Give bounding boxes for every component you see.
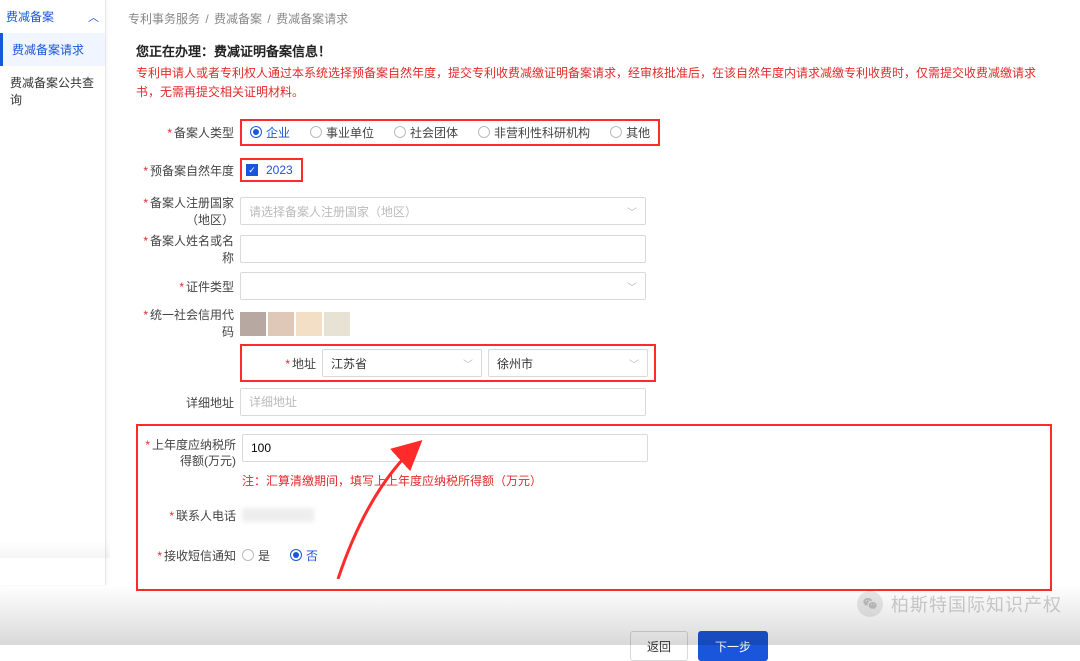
watermark-text: 柏斯特国际知识产权 — [891, 591, 1062, 617]
main-content: 专利事务服务 / 费减备案 / 费减备案请求 您正在办理：费减证明备案信息！ 专… — [106, 0, 1080, 585]
chevron-down-icon: ﹀ — [629, 356, 639, 371]
sidebar-item-label: 费减备案公共查询 — [10, 76, 94, 107]
sidebar: 费减备案 ︿ 费减备案请求 费减备案公共查询 — [0, 0, 106, 585]
city-value: 徐州市 — [497, 355, 533, 372]
notice-warning: 专利申请人或者专利权人通过本系统选择预备案自然年度，提交专利收费减缴证明备案请求… — [136, 64, 1052, 102]
chevron-up-icon: ︿ — [88, 9, 99, 25]
credit-code-value — [240, 312, 350, 336]
label-sms: 接收短信通知 — [164, 549, 236, 563]
label-addr: 地址 — [292, 357, 316, 371]
sidebar-item-public-query[interactable]: 费减备案公共查询 — [0, 66, 105, 116]
breadcrumb-item: 费减备案请求 — [276, 12, 348, 26]
label-phone: 联系人电话 — [176, 509, 236, 523]
wechat-icon — [857, 591, 883, 617]
label-reg-country: 备案人注册国家（地区） — [150, 196, 234, 227]
radio-sms-yes[interactable]: 是 — [242, 547, 270, 564]
breadcrumb: 专利事务服务 / 费减备案 / 费减备案请求 — [108, 0, 1080, 37]
back-button[interactable]: 返回 — [630, 631, 688, 661]
radio-sms-no[interactable]: 否 — [290, 547, 318, 564]
radio-enterprise[interactable]: 企业 — [250, 124, 290, 141]
sidebar-header[interactable]: 费减备案 ︿ — [0, 0, 105, 33]
province-value: 江苏省 — [331, 355, 367, 372]
notice-title: 您正在办理：费减证明备案信息！ — [136, 41, 1052, 60]
phone-value-redacted — [242, 508, 314, 522]
select-city[interactable]: 徐州市 ﹀ — [488, 349, 648, 377]
tax-hint: 注：汇算清缴期间，填写上上年度应纳税所得额（万元） — [242, 472, 542, 489]
label-tax: 上年度应纳税所得额(万元) — [152, 438, 236, 468]
breadcrumb-item[interactable]: 专利事务服务 — [128, 12, 200, 26]
radio-social[interactable]: 社会团体 — [394, 124, 458, 141]
sidebar-header-label: 费减备案 — [6, 8, 54, 25]
label-credit-code: 统一社会信用代码 — [150, 308, 234, 339]
watermark: 柏斯特国际知识产权 — [857, 591, 1062, 617]
sidebar-item-label: 费减备案请求 — [12, 43, 84, 57]
type-radio-group: 企业 事业单位 社会团体 非营利性科研机构 其他 — [244, 122, 656, 143]
label-detail-addr: 详细地址 — [186, 396, 234, 410]
select-id-type[interactable]: ﹀ — [240, 272, 646, 300]
radio-other[interactable]: 其他 — [610, 124, 650, 141]
input-name[interactable] — [240, 235, 646, 263]
label-name: 备案人姓名或名称 — [150, 234, 234, 265]
checkbox-year-2023[interactable]: 2023 — [246, 163, 293, 177]
chevron-down-icon: ﹀ — [627, 279, 637, 294]
label-year: 预备案自然年度 — [150, 164, 234, 178]
chevron-down-icon: ﹀ — [463, 356, 473, 371]
radio-institution[interactable]: 事业单位 — [310, 124, 374, 141]
label-type: 备案人类型 — [174, 126, 234, 140]
label-id-type: 证件类型 — [186, 280, 234, 294]
select-province[interactable]: 江苏省 ﹀ — [322, 349, 482, 377]
sidebar-item-filing-request[interactable]: 费减备案请求 — [0, 33, 105, 66]
year-value: 2023 — [262, 163, 293, 177]
chevron-down-icon: ﹀ — [627, 204, 637, 219]
breadcrumb-item[interactable]: 费减备案 — [214, 12, 262, 26]
select-placeholder: 请选择备案人注册国家（地区） — [249, 203, 417, 220]
input-detail-addr[interactable] — [240, 388, 646, 416]
select-reg-country[interactable]: 请选择备案人注册国家（地区） ﹀ — [240, 197, 646, 225]
next-button[interactable]: 下一步 — [698, 631, 768, 661]
radio-nonprofit[interactable]: 非营利性科研机构 — [478, 124, 590, 141]
input-tax[interactable] — [242, 434, 648, 462]
